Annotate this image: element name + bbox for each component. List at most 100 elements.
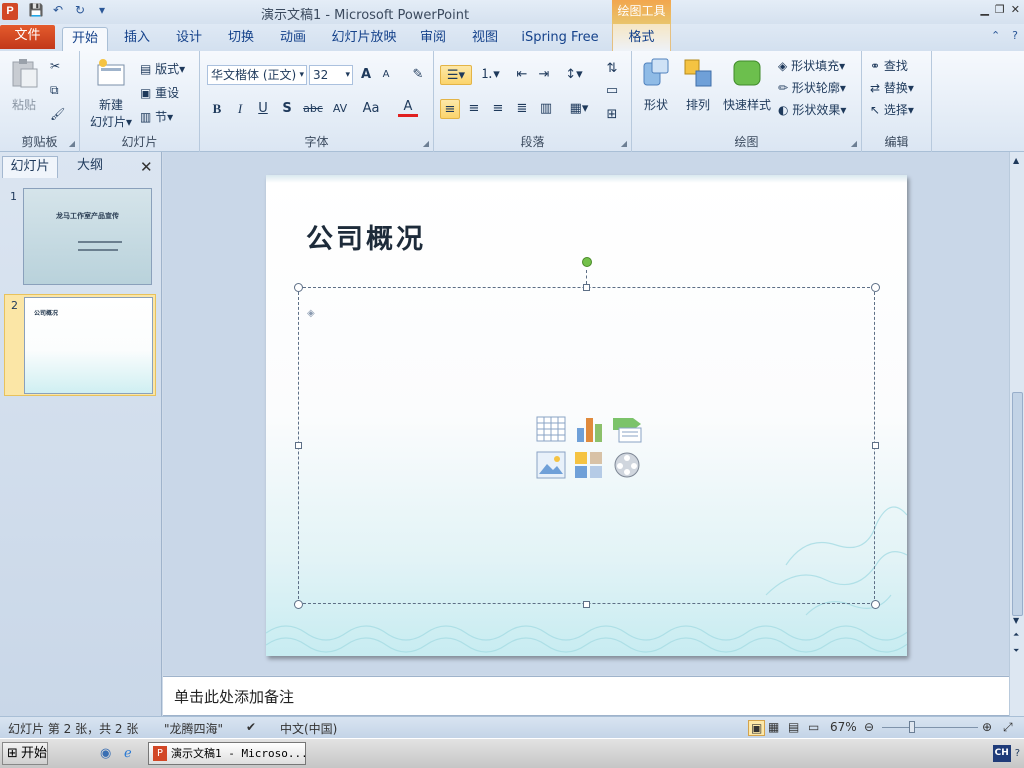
decrease-indent-icon[interactable]: ⇤ [512,65,532,85]
scroll-up-icon[interactable]: ▲ [1013,156,1019,165]
minimize-icon[interactable]: ▁ [980,3,988,16]
zoom-slider-thumb[interactable] [909,721,916,733]
italic-button[interactable]: I [230,99,250,119]
close-panel-icon[interactable]: ✕ [140,158,153,176]
slide-canvas[interactable]: 公司概况 ◈ [266,175,907,656]
paragraph-launcher-icon[interactable]: ◢ [621,139,627,148]
tab-slides-panel[interactable]: 幻灯片 [2,156,58,178]
columns-icon[interactable]: ▦▾ [566,99,592,119]
vertical-scrollbar[interactable]: ▲ ▼ ⏶ ⏷ [1009,152,1024,716]
tab-review[interactable]: 审阅 [416,27,450,51]
copy-icon[interactable]: ⧉ [50,83,59,98]
cut-icon[interactable]: ✂ [50,59,60,73]
clipboard-launcher-icon[interactable]: ◢ [69,139,75,148]
strikethrough-button[interactable]: abc [300,99,326,119]
help-icon[interactable]: ? [1012,29,1018,42]
language-indicator[interactable]: 中文(中国) [280,720,337,737]
reset-button[interactable]: ▣ 重设 [140,84,179,101]
scroll-thumb[interactable] [1012,392,1023,616]
section-button[interactable]: ▥ 节▾ [140,108,173,125]
insert-chart-icon[interactable] [573,414,605,444]
tab-transitions[interactable]: 切换 [224,27,258,51]
shapes-button[interactable]: 形状 [638,57,674,113]
text-direction-icon[interactable]: ⇅ [598,59,626,79]
distribute-icon[interactable]: ▥ [536,99,556,119]
zoom-in-icon[interactable]: ⊕ [982,720,992,734]
bold-button[interactable]: B [207,99,227,119]
shrink-font-button[interactable]: A [376,65,396,85]
new-slide-button[interactable]: 新建 幻灯片▾ [86,57,136,130]
notes-pane[interactable]: 单击此处添加备注 [163,676,1009,716]
font-size-combo[interactable]: 32 ▾ [309,65,353,85]
insert-smartart-icon[interactable] [611,414,643,444]
start-button[interactable]: ⊞ 开始 [2,742,48,765]
resize-handle[interactable] [583,284,590,291]
grow-font-button[interactable]: A [356,65,376,85]
tab-view[interactable]: 视图 [468,27,502,51]
ime-indicator[interactable]: CH [992,745,1011,762]
char-spacing-button[interactable]: AV [328,99,352,119]
zoom-slider[interactable] [882,721,978,733]
layout-button[interactable]: ▤ 版式▾ [140,60,185,77]
format-painter-icon[interactable]: 🖌 [50,107,65,121]
tab-outline-panel[interactable]: 大纲 [66,156,114,178]
justify-icon[interactable]: ≣ [512,99,532,119]
underline-button[interactable]: U [253,99,273,119]
reading-view-icon[interactable]: ▤ [788,720,799,734]
drawing-launcher-icon[interactable]: ◢ [851,139,857,148]
convert-smartart-icon[interactable]: ⊞ [598,105,626,125]
tab-file[interactable]: 文件 [0,25,55,49]
align-right-icon[interactable]: ≡ [488,99,508,119]
resize-handle[interactable] [583,601,590,608]
spellcheck-icon[interactable]: ✔ [246,720,256,734]
slide-thumbnail-2[interactable]: 2 公司概况 [4,294,156,396]
font-name-combo[interactable]: 华文楷体 (正文) ▾ [207,65,307,85]
select-button[interactable]: ↖ 选择▾ [870,101,914,118]
tab-ispring[interactable]: iSpring Free [520,27,600,51]
change-case-button[interactable]: Aa [358,99,384,119]
shape-effects-button[interactable]: ◐ 形状效果▾ [778,101,846,118]
zoom-level[interactable]: 67% [830,720,857,734]
content-placeholder[interactable]: ◈ [298,287,875,604]
paste-button[interactable]: 粘贴 [6,57,42,113]
resize-handle[interactable] [294,283,303,292]
font-color-button[interactable]: A [398,97,418,117]
resize-handle[interactable] [871,600,880,609]
font-launcher-icon[interactable]: ◢ [423,139,429,148]
insert-clipart-icon[interactable] [573,450,605,480]
align-left-icon[interactable]: ≡ [440,99,460,119]
slide-thumbnail-1[interactable]: 1 龙马工作室产品宣传 [4,186,156,288]
tray-help-icon[interactable]: ? [1015,748,1020,759]
resize-handle[interactable] [871,283,880,292]
shape-outline-button[interactable]: ✏ 形状轮廓▾ [778,79,846,96]
clear-format-icon[interactable]: ✎ [408,65,428,85]
zoom-out-icon[interactable]: ⊖ [864,720,874,734]
find-button[interactable]: ⚭ 查找 [870,57,908,74]
tab-slideshow[interactable]: 幻灯片放映 [328,27,400,51]
slideshow-view-icon[interactable]: ▭ [808,720,819,734]
shadow-button[interactable]: S [277,99,297,119]
rotate-handle[interactable] [582,257,592,267]
replace-button[interactable]: ⇄ 替换▾ [870,79,914,96]
tab-design[interactable]: 设计 [172,27,206,51]
slide-title[interactable]: 公司概况 [306,217,426,256]
resize-handle[interactable] [872,442,879,449]
align-text-icon[interactable]: ▭ [598,81,626,101]
insert-table-icon[interactable] [535,414,567,444]
align-center-icon[interactable]: ≡ [464,99,484,119]
tab-home[interactable]: 开始 [62,27,108,51]
next-slide-icon[interactable]: ⏷ [1013,646,1019,656]
resize-handle[interactable] [295,442,302,449]
taskbar-powerpoint-button[interactable]: P 演示文稿1 - Microso... [148,742,306,765]
bullets-button[interactable]: ☰▾ [440,65,472,85]
shape-fill-button[interactable]: ◈ 形状填充▾ [778,57,845,74]
quicklaunch-icon[interactable]: ◉ [100,746,111,761]
minimize-ribbon-icon[interactable]: ⌃ [991,29,1000,42]
increase-indent-icon[interactable]: ⇥ [534,65,554,85]
line-spacing-icon[interactable]: ↕▾ [560,65,588,85]
arrange-button[interactable]: 排列 [680,57,716,113]
tab-insert[interactable]: 插入 [120,27,154,51]
normal-view-icon[interactable]: ▣ [748,720,766,736]
browser-icon[interactable]: ℯ [124,746,132,761]
resize-handle[interactable] [294,600,303,609]
